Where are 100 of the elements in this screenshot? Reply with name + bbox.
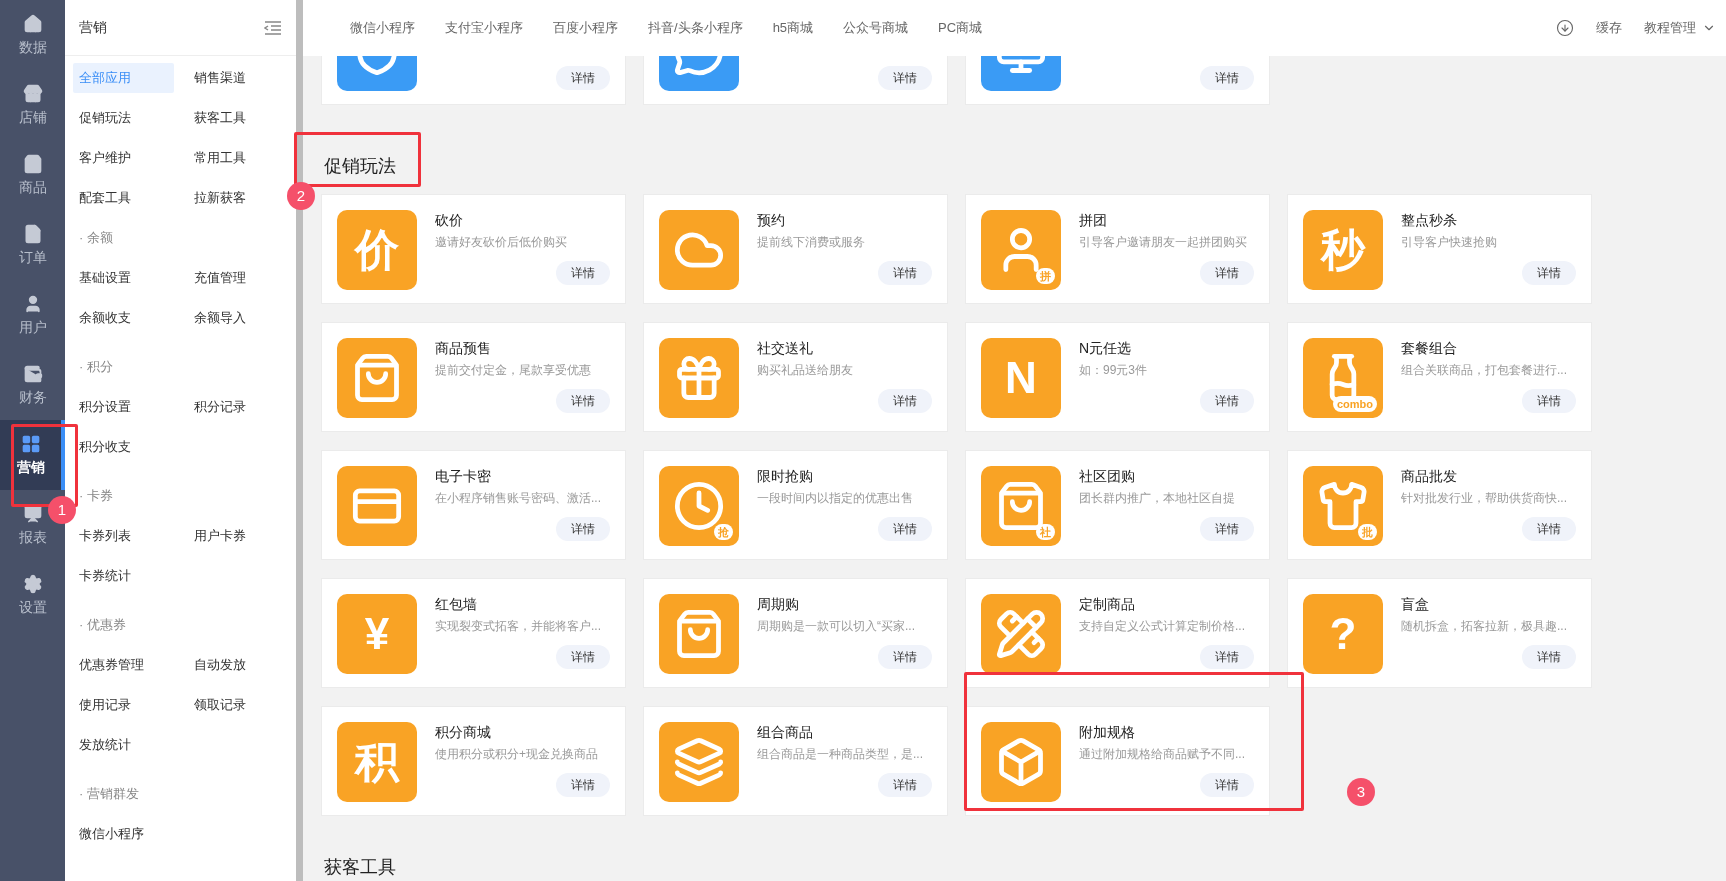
app-description: 团长群内推广，本地社区自提 [1079, 490, 1236, 507]
app-icon: N [981, 338, 1061, 418]
rail-item[interactable]: 商品 [18, 154, 47, 196]
details-button[interactable]: 详情 [878, 645, 932, 669]
app-title: 商品预售 [435, 339, 492, 358]
app-description: 如：99元3件 [1079, 362, 1149, 379]
home-icon [22, 14, 43, 34]
submenu-item[interactable]: 用户卡券 [187, 521, 288, 551]
channel-tab[interactable]: 微信小程序 [350, 18, 415, 38]
submenu-item[interactable]: 积分记录 [187, 392, 288, 422]
group-heading: · 余额 [78, 229, 114, 248]
app-description: 在小程序销售账号密码、激活... [435, 490, 602, 507]
icon-label: 社 [1036, 524, 1055, 540]
details-button[interactable]: 详情 [878, 517, 932, 541]
details-button[interactable]: 详情 [1200, 645, 1254, 669]
group-heading: · 积分 [78, 358, 114, 377]
submenu-item[interactable]: 卡券统计 [73, 561, 174, 591]
details-button[interactable]: 详情 [878, 261, 932, 285]
channel-tab[interactable]: PC商城 [938, 18, 983, 38]
details-button[interactable]: 详情 [1522, 261, 1576, 285]
pencil-ruler-icon [995, 608, 1047, 660]
app-icon: ? [1303, 594, 1383, 674]
app-description: 提前交付定金，尾款享受优惠 [435, 362, 592, 379]
collapse-icon[interactable] [264, 19, 282, 36]
app-description: 引导客户快速抢购 [1401, 234, 1498, 251]
submenu-item[interactable]: 自动发放 [187, 650, 288, 680]
app-title: 组合商品 [757, 723, 814, 742]
layers-icon [673, 736, 725, 788]
submenu-item[interactable]: 获客工具 [187, 103, 288, 133]
submenu-item[interactable]: 拉新获客 [187, 183, 288, 213]
app-title: 预约 [757, 211, 786, 230]
details-button[interactable]: 详情 [1200, 773, 1254, 797]
submenu-item[interactable]: 充值管理 [187, 263, 288, 293]
details-button[interactable]: 详情 [1200, 66, 1254, 90]
submenu-item[interactable]: 常用工具 [187, 143, 288, 173]
app-description: 购买礼品送给朋友 [757, 362, 854, 379]
rail-item[interactable]: 订单 [18, 224, 47, 266]
rail-item[interactable]: 设置 [18, 574, 47, 616]
channel-tab[interactable]: h5商城 [772, 18, 814, 38]
details-button[interactable]: 详情 [1200, 389, 1254, 413]
details-button[interactable]: 详情 [556, 645, 610, 669]
rail-item[interactable]: 用户 [18, 294, 47, 336]
submenu-item[interactable]: 发放统计 [73, 730, 174, 760]
submenu-item[interactable]: 卡券列表 [73, 521, 174, 551]
details-button[interactable]: 详情 [1522, 517, 1576, 541]
rail-item[interactable]: 营销 [0, 420, 65, 490]
channel-tab[interactable]: 抖音/头条小程序 [648, 18, 743, 38]
submenu-item[interactable]: 基础设置 [73, 263, 174, 293]
details-button[interactable]: 详情 [878, 66, 932, 90]
section-heading: 促销玩法 [324, 156, 396, 176]
rail-item[interactable]: 数据 [18, 14, 47, 56]
details-button[interactable]: 详情 [556, 66, 610, 90]
app-title: 积分商城 [435, 723, 492, 742]
details-button[interactable]: 详情 [1522, 389, 1576, 413]
submenu-item[interactable]: 微信小程序 [73, 819, 174, 849]
cache-link[interactable]: 缓存 [1596, 18, 1622, 38]
submenu-item[interactable]: 配套工具 [73, 183, 174, 213]
details-button[interactable]: 详情 [878, 389, 932, 413]
icon-label: 拼 [1036, 268, 1055, 284]
submenu-item[interactable]: 促销玩法 [73, 103, 174, 133]
app-description: 提前线下消费或服务 [757, 234, 866, 251]
tutorial-menu[interactable]: 教程管理 [1644, 18, 1716, 38]
shopping-bag-icon [22, 154, 43, 174]
submenu-item[interactable]: 积分收支 [73, 432, 174, 462]
download-icon[interactable] [1556, 19, 1574, 37]
app-description: 通过附加规格给商品赋予不同... [1079, 746, 1246, 763]
details-button[interactable]: 详情 [556, 517, 610, 541]
channel-tab[interactable]: 公众号商城 [843, 18, 909, 38]
submenu-item[interactable]: 余额导入 [187, 303, 288, 333]
details-button[interactable]: 详情 [1522, 645, 1576, 669]
details-button[interactable]: 详情 [556, 261, 610, 285]
app-title: 盲盒 [1401, 595, 1430, 614]
app-title: 电子卡密 [435, 467, 492, 486]
submenu-item[interactable]: 使用记录 [73, 690, 174, 720]
channel-tab[interactable]: 支付宝小程序 [445, 18, 523, 38]
submenu-item[interactable]: 余额收支 [73, 303, 174, 333]
grid-icon [20, 434, 41, 454]
submenu-item[interactable]: 优惠券管理 [73, 650, 174, 680]
group-heading: · 优惠券 [78, 616, 127, 635]
scrollbar-thumb[interactable] [296, 0, 303, 881]
details-button[interactable]: 详情 [556, 389, 610, 413]
details-button[interactable]: 详情 [1200, 261, 1254, 285]
details-button[interactable]: 详情 [1200, 517, 1254, 541]
rail-item[interactable]: 财务 [18, 364, 47, 406]
rail-item[interactable]: 报表 [18, 504, 47, 546]
app-description: 随机拆盒，拓客拉新，极具趣... [1401, 618, 1568, 635]
details-button[interactable]: 详情 [556, 773, 610, 797]
app-icon: ¥ [337, 594, 417, 674]
submenu-item[interactable]: 领取记录 [187, 690, 288, 720]
rail-item[interactable]: 店铺 [18, 84, 47, 126]
app-icon: 积 [337, 722, 417, 802]
app-title: 附加规格 [1079, 723, 1136, 742]
submenu-item[interactable]: 销售渠道 [187, 63, 288, 93]
details-button[interactable]: 详情 [878, 773, 932, 797]
app-icon: 价 [337, 210, 417, 290]
app-title: 周期购 [757, 595, 800, 614]
app-title: 红包墙 [435, 595, 478, 614]
submenu-item[interactable]: 客户维护 [73, 143, 174, 173]
channel-tab[interactable]: 百度小程序 [553, 18, 618, 38]
submenu-item[interactable]: 积分设置 [73, 392, 174, 422]
